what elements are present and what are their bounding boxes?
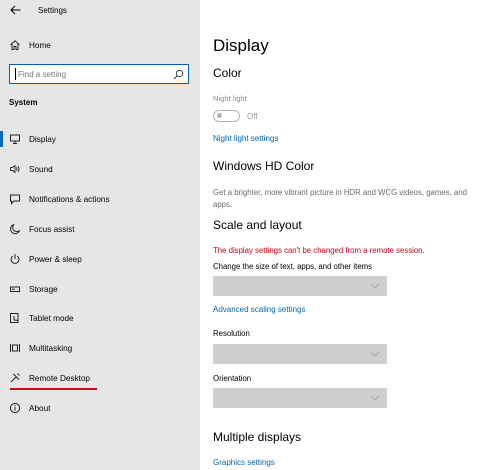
sidebar-item-focus-assist[interactable]: Focus assist [0,215,200,243]
sidebar-item-label: Remote Desktop [29,373,90,383]
sidebar-item-about[interactable]: About [0,394,200,422]
advanced-scaling-link[interactable]: Advanced scaling settings [213,305,306,314]
sidebar-item-home[interactable]: Home [0,31,200,59]
notifications-icon [9,193,21,205]
speaker-icon [9,163,21,175]
resolution-label: Resolution [213,329,250,338]
sidebar-item-sound[interactable]: Sound [0,155,200,183]
tablet-icon [9,312,21,324]
sidebar-item-display[interactable]: Display [0,125,200,153]
search-icon[interactable] [173,69,184,80]
hd-color-heading: Windows HD Color [213,159,315,173]
orientation-dropdown[interactable] [213,388,387,408]
sidebar-item-storage[interactable]: Storage [0,275,200,303]
power-icon [9,253,21,265]
sidebar-item-multitasking[interactable]: Multitasking [0,334,200,362]
search-box[interactable] [9,64,189,84]
window-title: Settings [38,6,67,15]
sidebar-item-tablet-mode[interactable]: Tablet mode [0,304,200,332]
storage-icon [9,283,21,295]
main-content: Display Color Night light Off Night ligh… [200,0,480,470]
chevron-down-icon [370,283,380,289]
multiple-displays-heading: Multiple displays [213,430,302,444]
color-heading: Color [213,66,242,80]
hd-color-description: Get a brighter, more vibrant picture in … [213,188,467,209]
sidebar-item-label: Display [29,134,56,144]
night-light-toggle-state: Off [247,112,258,121]
sidebar-item-label: Notifications & actions [29,194,110,204]
sidebar-item-power-sleep[interactable]: Power & sleep [0,245,200,273]
resolution-dropdown[interactable] [213,344,387,364]
night-light-toggle[interactable] [213,110,240,122]
monitor-icon [9,133,21,145]
sidebar: Settings Home System Display Sound Notif… [0,0,200,470]
moon-icon [9,223,21,235]
sidebar-item-label: Power & sleep [29,254,82,264]
title-bar: Settings [0,0,200,22]
sidebar-item-label: Sound [29,164,53,174]
red-underline-annotation [10,388,97,390]
night-light-settings-link[interactable]: Night light settings [213,134,278,143]
info-icon [9,402,21,414]
sidebar-item-label: Tablet mode [29,313,74,323]
sidebar-item-label: Multitasking [29,343,73,353]
sidebar-item-notifications[interactable]: Notifications & actions [0,185,200,213]
multitasking-icon [9,342,21,354]
sidebar-item-label: Storage [29,284,58,294]
remote-desktop-icon [9,372,21,384]
orientation-label: Orientation [213,374,252,383]
back-button[interactable] [8,3,22,17]
sidebar-item-label: Focus assist [29,224,75,234]
sidebar-section-label: System [9,98,38,107]
scale-dropdown[interactable] [213,276,387,296]
home-icon [9,39,21,51]
sidebar-item-label: About [29,403,51,413]
text-size-label: Change the size of text, apps, and other… [213,262,373,271]
page-title: Display [213,36,269,55]
remote-session-warning: The display settings can't be changed fr… [213,246,425,255]
toggle-knob [217,113,222,118]
search-input[interactable] [10,65,170,83]
night-light-label: Night light [213,94,247,103]
chevron-down-icon [370,395,380,401]
graphics-settings-link[interactable]: Graphics settings [213,458,275,467]
chevron-down-icon [370,351,380,357]
scale-layout-heading: Scale and layout [213,218,302,232]
sidebar-item-label: Home [29,40,51,50]
back-arrow-icon [9,5,20,15]
